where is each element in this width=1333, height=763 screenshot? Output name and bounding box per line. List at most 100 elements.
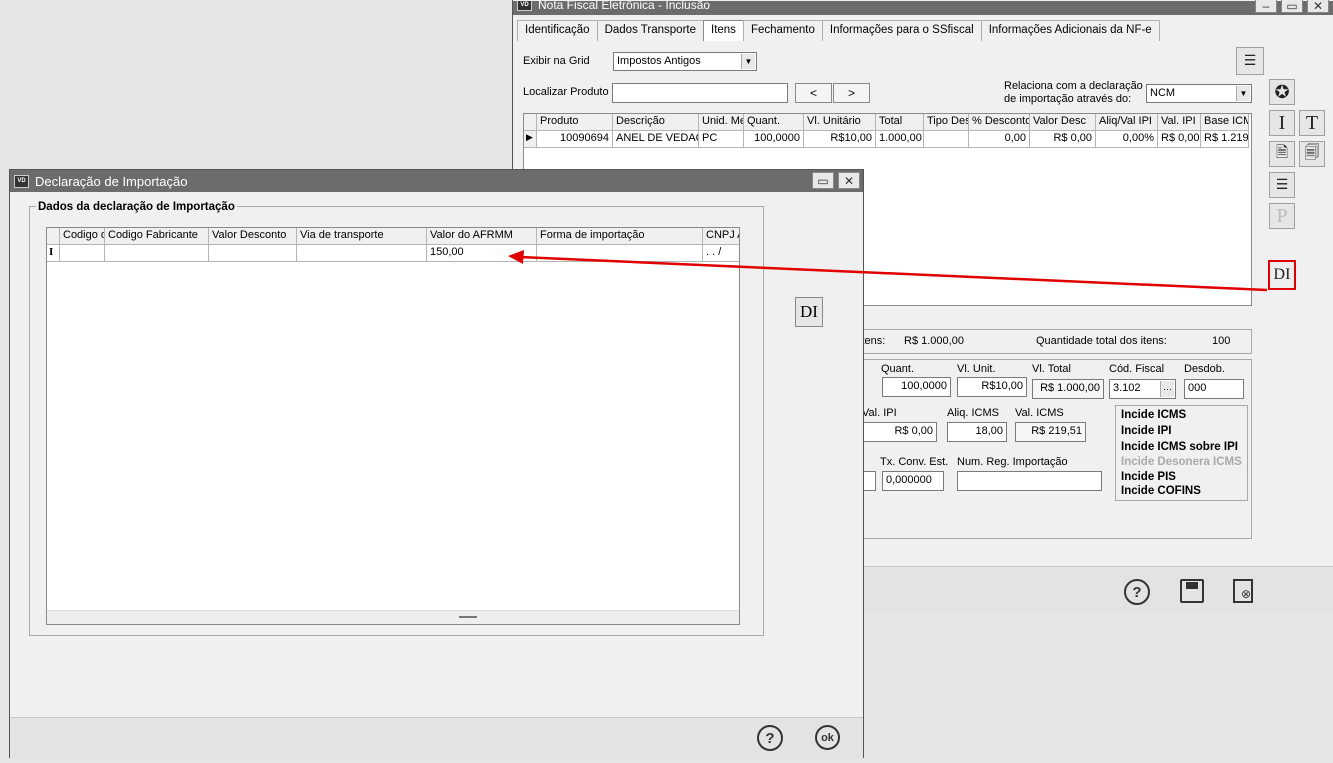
cell-val-ipi[interactable]: R$ 0,00 <box>1158 131 1201 148</box>
cell-base-icm[interactable]: R$ 1.219, <box>1201 131 1249 148</box>
cell-codigo-fabricante[interactable] <box>105 245 209 262</box>
close-button[interactable]: ✕ <box>1307 0 1329 13</box>
col-header[interactable]: Valor do AFRMM <box>427 228 537 245</box>
cell-via-transporte[interactable] <box>297 245 427 262</box>
aliq-icms-field[interactable]: 18,00 <box>947 422 1007 442</box>
settings-badge-icon[interactable]: ✪ <box>1269 79 1295 105</box>
row-indicator-header <box>524 114 537 131</box>
val-icms-field[interactable]: R$ 219,51 <box>1015 422 1086 442</box>
relaciona-select[interactable]: NCM ▼ <box>1146 84 1252 103</box>
cell-pct-desconto[interactable]: 0,00 <box>969 131 1030 148</box>
help-icon[interactable]: ? <box>757 725 783 751</box>
tab-informacoes-ssfiscal[interactable]: Informações para o SSfiscal <box>821 20 982 41</box>
check-incide-ipi[interactable]: Incide IPI <box>1121 425 1172 437</box>
cod-fiscal-field[interactable]: 3.102 ··· <box>1109 379 1176 399</box>
exibir-grid-select[interactable]: Impostos Antigos ▼ <box>613 52 757 71</box>
i-button[interactable]: I <box>1269 110 1295 136</box>
col-header[interactable]: Val. IPI <box>1158 114 1201 131</box>
cell-codigo[interactable] <box>60 245 105 262</box>
maximize-button[interactable]: ▭ <box>812 172 834 189</box>
text-cursor-icon: I <box>47 245 60 262</box>
col-header[interactable]: Valor Desconto <box>209 228 297 245</box>
di-button[interactable]: DI <box>795 297 823 327</box>
cell-tipo-desc[interactable] <box>924 131 969 148</box>
app-logo-icon: VD <box>14 174 29 188</box>
tab-identificacao[interactable]: Identificação <box>517 20 598 41</box>
help-icon[interactable]: ? <box>1124 579 1150 605</box>
grid-options-icon[interactable]: ☰ <box>1236 47 1264 75</box>
col-header[interactable]: Quant. <box>744 114 804 131</box>
tab-informacoes-adicionais[interactable]: Informações Adicionais da NF-e <box>980 20 1160 41</box>
check-incide-cofins[interactable]: Incide COFINS <box>1121 485 1201 497</box>
col-header[interactable]: Unid. Me <box>699 114 744 131</box>
quant-field[interactable]: 100,0000 <box>882 377 951 397</box>
localizar-produto-input[interactable] <box>612 83 788 103</box>
col-header[interactable]: Descrição <box>613 114 699 131</box>
vl-unit-field[interactable]: R$10,00 <box>957 377 1027 397</box>
cancel-document-icon[interactable]: ⊗ <box>1233 579 1253 603</box>
cell-valor-desconto[interactable] <box>209 245 297 262</box>
col-header[interactable]: Via de transporte <box>297 228 427 245</box>
p-button[interactable]: P <box>1269 203 1295 229</box>
check-incide-icms[interactable]: Incide ICMS <box>1121 409 1186 421</box>
col-header[interactable]: Base ICM <box>1201 114 1249 131</box>
cell-valor-afrmm[interactable]: 150,00 <box>427 245 537 262</box>
ellipsis-icon[interactable]: ··· <box>1160 381 1174 397</box>
cell-valor-desc[interactable]: R$ 0,00 <box>1030 131 1096 148</box>
val-ipi-field[interactable]: R$ 0,00 <box>864 422 937 442</box>
table-row[interactable]: ▶ 10090694 ANEL DE VEDACA PC 100,0000 R$… <box>524 131 1249 148</box>
totals-panel: itens: R$ 1.000,00 Quantidade total dos … <box>853 329 1252 354</box>
text-wrap-icon[interactable]: ☰ <box>1269 172 1295 198</box>
close-button[interactable]: ✕ <box>838 172 860 189</box>
tab-fechamento[interactable]: Fechamento <box>742 20 823 41</box>
save-icon[interactable] <box>1180 579 1204 603</box>
nf-tabs: Identificação Dados Transporte Itens Fec… <box>517 20 1160 41</box>
tab-dados-transporte[interactable]: Dados Transporte <box>596 20 704 41</box>
num-reg-field[interactable] <box>957 471 1102 491</box>
di-grid[interactable]: Codigo d Codigo Fabricante Valor Descont… <box>46 227 740 625</box>
nota-fiscal-titlebar: VD Nota Fiscal Eletrônica - Inclusão <box>513 1 1333 15</box>
cell-cnpj[interactable]: . . / <box>703 245 739 262</box>
col-header[interactable]: Codigo Fabricante <box>105 228 209 245</box>
check-incide-icms-sobre-ipi[interactable]: Incide ICMS sobre IPI <box>1121 441 1238 453</box>
vl-unit-label: Vl. Unit. <box>957 363 996 375</box>
table-row[interactable]: I 150,00 . . / <box>47 245 739 262</box>
col-header[interactable]: Aliq/Val IPI <box>1096 114 1158 131</box>
col-header[interactable]: Forma de importação <box>537 228 703 245</box>
desdob-field[interactable]: 000 <box>1184 379 1244 399</box>
cell-unidade[interactable]: PC <box>699 131 744 148</box>
col-header[interactable]: % Desconto <box>969 114 1030 131</box>
cell-vl-unitario[interactable]: R$10,00 <box>804 131 876 148</box>
maximize-button[interactable]: ▭ <box>1281 0 1303 13</box>
cell-descricao[interactable]: ANEL DE VEDACA <box>613 131 699 148</box>
col-header[interactable]: Codigo d <box>60 228 105 245</box>
prev-product-button[interactable]: < <box>795 83 832 103</box>
col-header[interactable]: Vl. Unitário <box>804 114 876 131</box>
di-title: Declaração de Importação <box>35 173 188 189</box>
col-header[interactable]: Total <box>876 114 924 131</box>
cell-produto[interactable]: 10090694 <box>537 131 613 148</box>
check-incide-desonera-icms: Incide Desonera ICMS <box>1121 456 1242 468</box>
tab-itens[interactable]: Itens <box>703 20 744 41</box>
document-edit-icon[interactable]: 🗐 <box>1299 141 1325 167</box>
cell-total[interactable]: 1.000,00 <box>876 131 924 148</box>
cell-forma-importacao[interactable] <box>537 245 703 262</box>
check-incide-pis[interactable]: Incide PIS <box>1121 471 1176 483</box>
cell-aliq-ipi[interactable]: 0,00% <box>1096 131 1158 148</box>
t-button[interactable]: T <box>1299 110 1325 136</box>
document-cancel-icon[interactable]: 🗎 <box>1269 141 1295 167</box>
col-header[interactable]: CNPJ A <box>703 228 739 245</box>
save-icon-label-area <box>1186 582 1198 589</box>
cell-quant[interactable]: 100,0000 <box>744 131 804 148</box>
col-header[interactable]: Tipo Des <box>924 114 969 131</box>
col-header[interactable]: Valor Desc <box>1030 114 1096 131</box>
chevron-down-icon: ▼ <box>741 54 755 69</box>
ok-button[interactable]: ok <box>815 725 840 750</box>
minimize-button[interactable]: – <box>1255 0 1277 13</box>
di-button-highlighted[interactable]: DI <box>1268 260 1296 290</box>
next-product-button[interactable]: > <box>833 83 870 103</box>
tx-conv-field[interactable]: 0,000000 <box>882 471 944 491</box>
grid-resize-handle[interactable] <box>47 610 739 624</box>
col-header[interactable]: Produto <box>537 114 613 131</box>
vl-total-field[interactable]: R$ 1.000,00 <box>1032 379 1104 399</box>
